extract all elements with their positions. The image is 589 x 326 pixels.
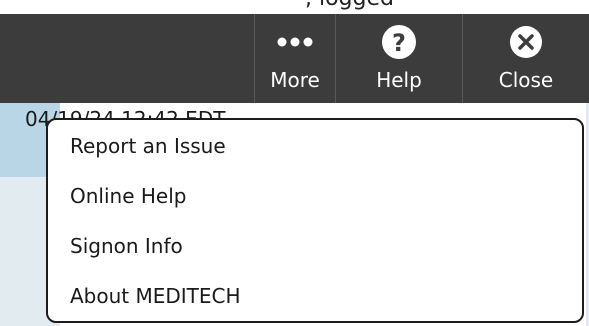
menu-item-about-meditech[interactable]: About MEDITECH xyxy=(48,272,582,320)
ellipsis-icon xyxy=(275,22,315,62)
toolbar: More ? Help Close xyxy=(0,14,589,103)
menu-item-report-an-issue[interactable]: Report an Issue xyxy=(48,122,582,170)
close-icon xyxy=(509,22,543,62)
more-dropdown-menu: Report an Issue Online Help Signon Info … xyxy=(46,118,584,323)
top-strip: , logged xyxy=(0,0,589,14)
cutoff-title-text: , logged xyxy=(305,0,394,11)
more-button-label: More xyxy=(270,68,320,92)
close-button[interactable]: Close xyxy=(463,14,589,103)
help-icon: ? xyxy=(381,22,417,62)
close-button-label: Close xyxy=(498,68,554,92)
menu-item-signon-info[interactable]: Signon Info xyxy=(48,222,582,270)
help-button[interactable]: ? Help xyxy=(336,14,462,103)
menu-item-online-help[interactable]: Online Help xyxy=(48,172,582,220)
svg-text:?: ? xyxy=(392,29,406,57)
more-button[interactable]: More xyxy=(255,14,335,103)
help-button-label: Help xyxy=(376,68,422,92)
